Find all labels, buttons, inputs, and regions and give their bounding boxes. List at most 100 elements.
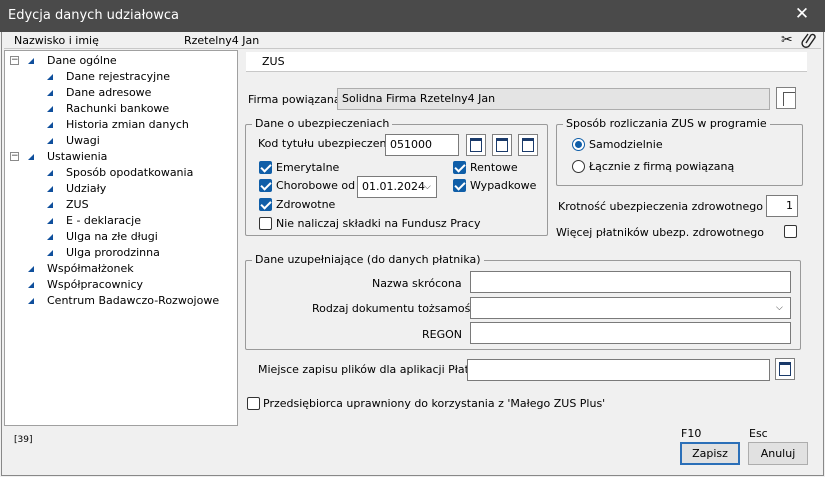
tree-item-label: Ulga prorodzinna [66, 246, 160, 259]
calendar-icon [522, 138, 534, 152]
fundusz-pracy-checkbox[interactable] [259, 217, 272, 230]
tree-node-icon [47, 234, 53, 240]
samodzielnie-label: Samodzielnie [589, 138, 663, 151]
tree-item-label: Ulga na złe długi [66, 230, 158, 243]
chevron-down-icon[interactable]: ⌵ [424, 177, 431, 197]
tree-item-label: Rachunki bankowe [66, 102, 170, 115]
tree-node-icon [47, 186, 53, 192]
tree-item-label: Centrum Badawczo-Rozwojowe [47, 294, 220, 307]
extra-legend: Dane uzupełniające (do danych płatnika) [252, 253, 484, 267]
tree-item-label: ZUS [66, 198, 89, 211]
tree-item-label: Dane adresowe [66, 86, 152, 99]
fundusz-pracy-label: Nie naliczaj składki na Fundusz Pracy [276, 217, 481, 230]
miejsce-field[interactable] [467, 359, 770, 381]
kod-lookup-button-2[interactable] [492, 134, 512, 156]
zdrowotne-checkbox[interactable] [259, 198, 272, 211]
cancel-shortcut: Esc [749, 427, 768, 440]
tree-node-icon [47, 74, 53, 80]
tree-node-icon [47, 138, 53, 144]
wypadkowe-checkbox[interactable] [453, 179, 466, 192]
tree-node-icon [47, 90, 53, 96]
tree-item-label: Ustawienia [47, 150, 108, 163]
tree-node-icon [47, 170, 53, 176]
settlement-group [556, 124, 803, 186]
emerytalne-checkbox[interactable] [259, 161, 272, 174]
wiecej-checkbox[interactable] [784, 225, 797, 238]
settlement-legend: Sposób rozliczania ZUS w programie [563, 117, 770, 131]
form-code: [39] [14, 435, 33, 445]
insurance-legend: Dane o ubezpieczeniach [252, 117, 393, 131]
nazwa-label: Nazwa skrócona [372, 277, 462, 290]
navigation-tree: − Dane ogólne Dane rejestracyjne Dane ad… [4, 50, 238, 426]
tree-node-icon [28, 266, 34, 272]
scissors-icon[interactable]: ✂ [781, 32, 793, 48]
rodzaj-label: Rodzaj dokumentu tożsamości [312, 302, 480, 315]
wypadkowe-label: Wypadkowe [470, 179, 537, 192]
rentowe-checkbox[interactable] [453, 161, 466, 174]
calendar-icon [496, 138, 508, 152]
close-icon[interactable]: ✕ [792, 3, 812, 25]
tree-item-label: Sposób opodatkowania [66, 166, 194, 179]
save-shortcut: F10 [681, 427, 702, 440]
tree-node-icon [47, 202, 53, 208]
chorobowe-date-value: 01.01.2024 [362, 180, 425, 193]
header-divider [4, 48, 821, 49]
kod-label: Kod tytułu ubezpieczenia [258, 137, 397, 150]
kod-field[interactable]: 051000 [385, 134, 459, 156]
name-value: Rzetelny4 Jan [184, 34, 260, 47]
calendar-icon [470, 138, 482, 152]
tree-item-label: Współpracownicy [47, 278, 144, 291]
tree-item-label: Dane rejestracyjne [66, 70, 170, 83]
firma-field: Solidna Firma Rzetelny4 Jan [337, 88, 770, 110]
chevron-down-icon[interactable]: ⌵ [776, 298, 783, 318]
tree-item-label: E - deklaracje [66, 214, 141, 227]
tree-item-label: Udziały [66, 182, 107, 195]
tree-node-icon [47, 106, 53, 112]
samodzielnie-radio[interactable] [572, 138, 585, 151]
rodzaj-select[interactable]: ⌵ [470, 297, 791, 319]
rentowe-label: Rentowe [470, 161, 518, 174]
firma-label: Firma powiązana [248, 93, 341, 106]
name-label: Nazwisko i imię [14, 34, 99, 47]
collapse-icon[interactable]: − [10, 152, 19, 161]
title-bar: Edycja danych udziałowca ✕ [0, 0, 825, 32]
tree-node-icon [28, 154, 34, 160]
tree-node-icon [47, 218, 53, 224]
tree-node-icon [28, 282, 34, 288]
chorobowe-label: Chorobowe od [276, 179, 356, 192]
save-button[interactable]: Zapisz [680, 442, 740, 465]
tree-item-label: Historia zmian danych [66, 118, 189, 131]
nazwa-field[interactable] [470, 271, 791, 293]
kod-lookup-button-3[interactable] [518, 134, 538, 156]
kod-lookup-button-1[interactable] [466, 134, 486, 156]
miejsce-label: Miejsce zapisu plików dla aplikacji Płat… [258, 363, 486, 376]
wiecej-label: Więcej płatników ubezp. zdrowotnego [556, 226, 764, 239]
paperclip-icon[interactable] [801, 31, 817, 49]
emerytalne-label: Emerytalne [276, 161, 340, 174]
collapse-icon[interactable]: − [10, 56, 19, 65]
krotnosc-label: Krotność ubezpieczenia zdrowotnego [558, 200, 763, 213]
section-header: ZUS [246, 52, 807, 72]
window-title: Edycja danych udziałowca [8, 8, 179, 23]
lacznie-label: Łącznie z firmą powiązaną [589, 160, 735, 173]
firma-picker-button[interactable] [776, 87, 796, 109]
cancel-button[interactable]: Anuluj [748, 442, 808, 465]
tree-node-icon [47, 122, 53, 128]
krotnosc-field[interactable]: 1 [766, 195, 798, 217]
lacznie-radio[interactable] [572, 160, 585, 173]
section-title: ZUS [262, 55, 285, 68]
zdrowotne-label: Zdrowotne [276, 198, 336, 211]
regon-field[interactable] [470, 322, 791, 344]
tree-item-label: Współmałżonek [47, 262, 134, 275]
maly-zus-checkbox[interactable] [247, 397, 260, 410]
tree-item-label: Uwagi [66, 134, 100, 147]
chorobowe-checkbox[interactable] [259, 179, 272, 192]
tree-node-icon [28, 298, 34, 304]
regon-label: REGON [422, 328, 463, 341]
tree-node-icon [28, 58, 34, 64]
chorobowe-date-field[interactable]: 01.01.2024 ⌵ [357, 176, 437, 198]
picker-icon [783, 92, 795, 106]
folder-icon [779, 362, 791, 376]
miejsce-browse-button[interactable] [775, 358, 795, 380]
tree-node-icon [47, 250, 53, 256]
